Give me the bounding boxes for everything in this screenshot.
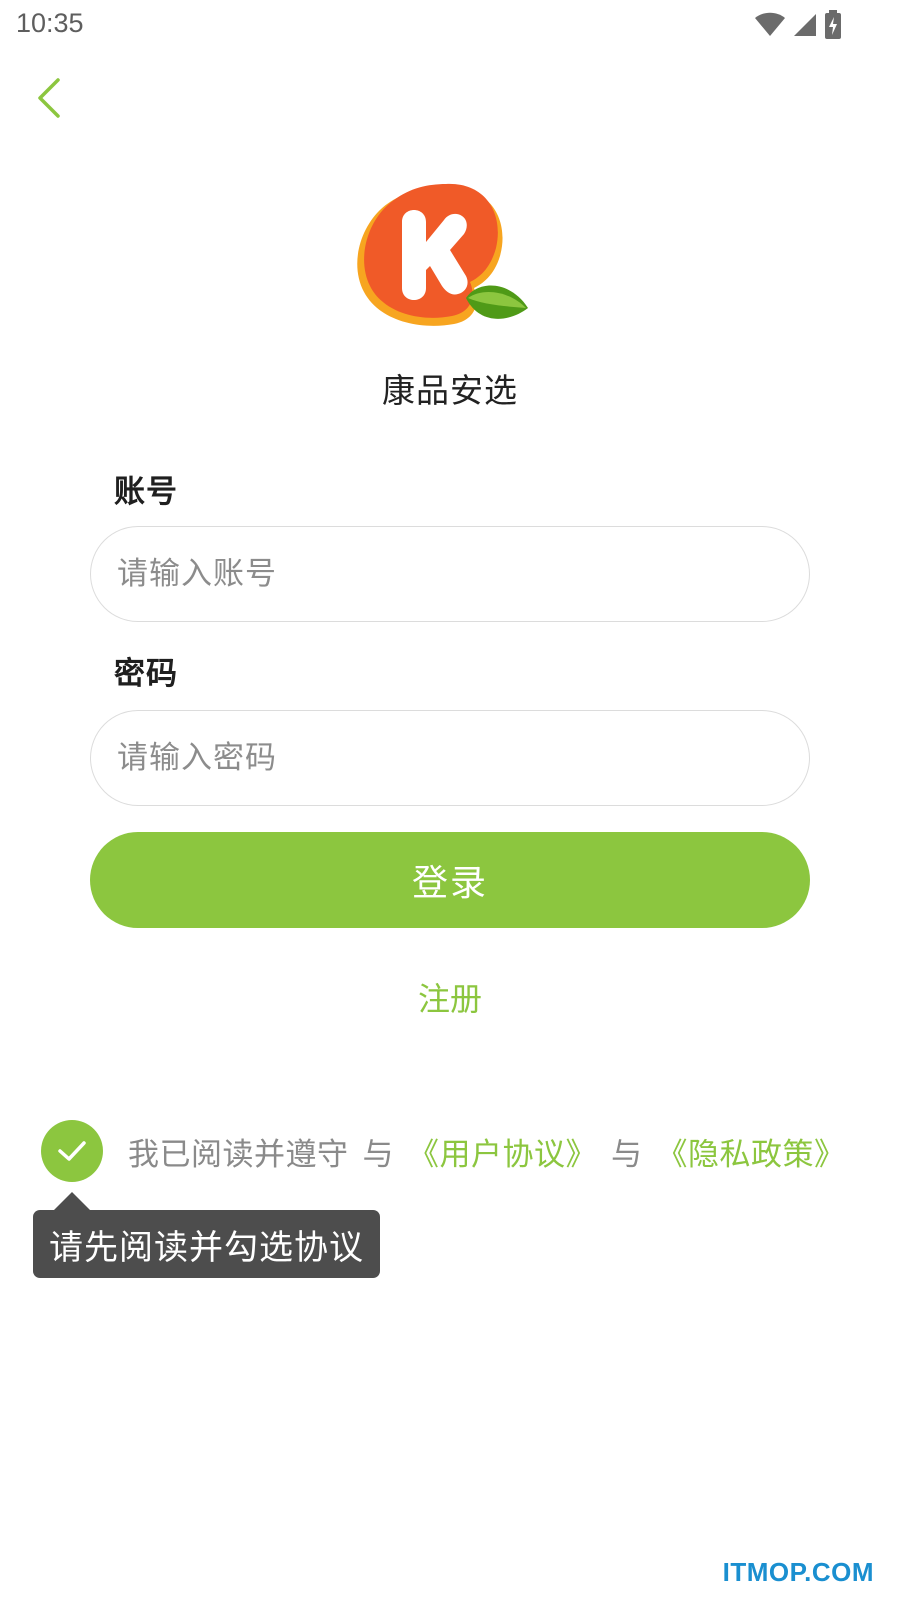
account-label: 账号	[114, 474, 178, 510]
agreement-tooltip: 请先阅读并勾选协议	[33, 1210, 380, 1278]
back-button[interactable]	[28, 74, 72, 124]
agreement-text-row: 我已阅读并遵守 与 《用户协议》 与 《隐私政策》	[128, 1126, 846, 1176]
checkmark-icon	[58, 1141, 86, 1161]
status-bar: 10:35	[0, 0, 900, 50]
chevron-left-icon	[38, 78, 60, 118]
wifi-icon	[755, 12, 785, 36]
register-link[interactable]: 注册	[418, 980, 482, 1018]
password-input-container[interactable]	[90, 710, 810, 806]
password-input[interactable]	[117, 711, 777, 805]
tooltip-arrow	[54, 1192, 90, 1210]
account-input-container[interactable]	[90, 526, 810, 622]
watermark: ITMOP.COM	[722, 1557, 874, 1587]
privacy-policy-link[interactable]: 《隐私政策》	[657, 1129, 846, 1174]
battery-charging-icon	[825, 10, 841, 39]
login-button[interactable]: 登录	[90, 832, 810, 928]
user-agreement-link[interactable]: 《用户协议》	[408, 1129, 597, 1174]
agreement-and-1: 与	[362, 1136, 394, 1173]
register-link-row: 注册	[0, 974, 900, 1020]
app-logo	[350, 180, 540, 340]
password-label: 密码	[114, 656, 178, 692]
signal-icon	[794, 14, 816, 36]
agreement-and-2: 与	[611, 1136, 643, 1173]
status-icons	[754, 10, 842, 40]
agreement-checkbox[interactable]	[41, 1120, 103, 1182]
agreement-prefix: 我已阅读并遵守	[128, 1136, 349, 1173]
login-page: 10:35 康品安选 账号 请输入账号 密码 登录 注册 我已阅读并遵守 与 《…	[0, 0, 900, 1600]
app-name: 康品安选	[382, 371, 518, 410]
account-input[interactable]	[117, 527, 777, 621]
status-time: 10:35	[16, 8, 84, 38]
